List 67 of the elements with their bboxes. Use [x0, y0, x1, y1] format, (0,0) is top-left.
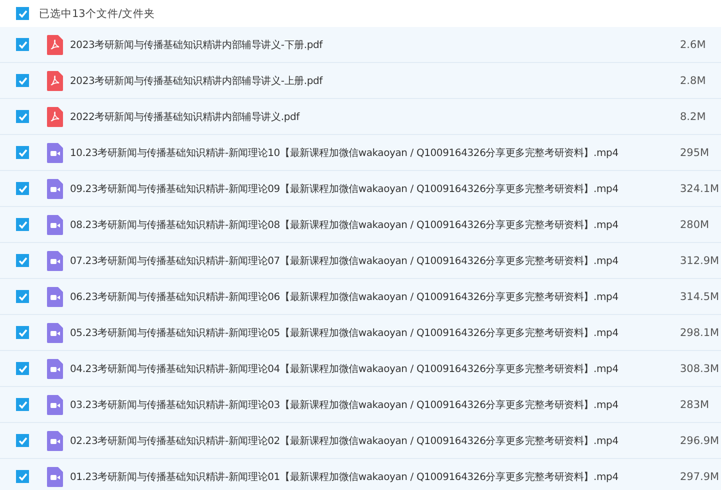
file-checkbox[interactable] — [16, 146, 29, 159]
file-size: 2.8M — [680, 74, 707, 86]
file-row[interactable]: 06.23考研新闻与传播基础知识精讲-新闻理论06【最新课程加微信wakaoyan / Q1009164326分享更多完整考研资料】.mp4 314.5M — [0, 279, 721, 315]
file-size: 298.1M — [680, 326, 720, 338]
file-size: 8.2M — [680, 110, 707, 122]
file-size: 2.6M — [680, 38, 707, 50]
file-checkbox[interactable] — [16, 434, 29, 447]
file-name: 2023考研新闻与传播基础知识精讲内部辅导讲义-下册.pdf — [70, 38, 322, 52]
pdf-file-icon — [47, 70, 63, 90]
file-row[interactable]: 01.23考研新闻与传播基础知识精讲-新闻理论01【最新课程加微信wakaoyan / Q1009164326分享更多完整考研资料】.mp4 297.9M — [0, 459, 721, 490]
file-row[interactable]: 04.23考研新闻与传播基础知识精讲-新闻理论04【最新课程加微信wakaoyan / Q1009164326分享更多完整考研资料】.mp4 308.3M — [0, 351, 721, 387]
video-file-icon — [47, 178, 63, 198]
video-file-icon — [47, 250, 63, 270]
file-checkbox[interactable] — [16, 182, 29, 195]
file-row[interactable]: 07.23考研新闻与传播基础知识精讲-新闻理论07【最新课程加微信wakaoyan / Q1009164326分享更多完整考研资料】.mp4 312.9M — [0, 243, 721, 279]
file-name: 06.23考研新闻与传播基础知识精讲-新闻理论06【最新课程加微信wakaoyan / Q1009164326分享更多完整考研资料】.mp4 — [70, 290, 618, 304]
file-row[interactable]: 09.23考研新闻与传播基础知识精讲-新闻理论09【最新课程加微信wakaoyan / Q1009164326分享更多完整考研资料】.mp4 324.1M — [0, 171, 721, 207]
file-name: 04.23考研新闻与传播基础知识精讲-新闻理论04【最新课程加微信wakaoyan / Q1009164326分享更多完整考研资料】.mp4 — [70, 362, 618, 376]
file-row[interactable]: 02.23考研新闻与传播基础知识精讲-新闻理论02【最新课程加微信wakaoyan / Q1009164326分享更多完整考研资料】.mp4 296.9M — [0, 423, 721, 459]
pdf-file-icon — [47, 106, 63, 126]
video-file-icon — [47, 322, 63, 342]
file-size: 297.9M — [680, 470, 720, 482]
file-size: 324.1M — [680, 182, 720, 194]
file-checkbox[interactable] — [16, 74, 29, 87]
file-name: 08.23考研新闻与传播基础知识精讲-新闻理论08【最新课程加微信wakaoyan / Q1009164326分享更多完整考研资料】.mp4 — [70, 218, 618, 232]
file-name: 03.23考研新闻与传播基础知识精讲-新闻理论03【最新课程加微信wakaoyan / Q1009164326分享更多完整考研资料】.mp4 — [70, 398, 618, 412]
file-name: 05.23考研新闻与传播基础知识精讲-新闻理论05【最新课程加微信wakaoyan / Q1009164326分享更多完整考研资料】.mp4 — [70, 326, 618, 340]
file-size: 280M — [680, 218, 710, 230]
file-size: 295M — [680, 146, 710, 158]
file-name: 01.23考研新闻与传播基础知识精讲-新闻理论01【最新课程加微信wakaoyan / Q1009164326分享更多完整考研资料】.mp4 — [70, 470, 618, 484]
file-checkbox[interactable] — [16, 470, 29, 483]
file-checkbox[interactable] — [16, 398, 29, 411]
file-row[interactable]: 2023考研新闻与传播基础知识精讲内部辅导讲义-上册.pdf 2.8M — [0, 63, 721, 99]
file-name: 09.23考研新闻与传播基础知识精讲-新闻理论09【最新课程加微信wakaoyan / Q1009164326分享更多完整考研资料】.mp4 — [70, 182, 618, 196]
file-name: 02.23考研新闻与传播基础知识精讲-新闻理论02【最新课程加微信wakaoyan / Q1009164326分享更多完整考研资料】.mp4 — [70, 434, 618, 448]
file-name: 2023考研新闻与传播基础知识精讲内部辅导讲义-上册.pdf — [70, 74, 322, 88]
video-file-icon — [47, 214, 63, 234]
file-checkbox[interactable] — [16, 326, 29, 339]
file-checkbox[interactable] — [16, 38, 29, 51]
file-row[interactable]: 05.23考研新闻与传播基础知识精讲-新闻理论05【最新课程加微信wakaoyan / Q1009164326分享更多完整考研资料】.mp4 298.1M — [0, 315, 721, 351]
video-file-icon — [47, 358, 63, 378]
file-name: 2022考研新闻与传播基础知识精讲内部辅导讲义.pdf — [70, 110, 300, 124]
video-file-icon — [47, 142, 63, 162]
video-file-icon — [47, 394, 63, 414]
file-size: 312.9M — [680, 254, 720, 266]
file-row[interactable]: 2022考研新闻与传播基础知识精讲内部辅导讲义.pdf 8.2M — [0, 99, 721, 135]
file-size: 314.5M — [680, 290, 720, 302]
video-file-icon — [47, 430, 63, 450]
pdf-file-icon — [47, 34, 63, 54]
file-checkbox[interactable] — [16, 290, 29, 303]
file-size: 308.3M — [680, 362, 720, 374]
file-row[interactable]: 2023考研新闻与传播基础知识精讲内部辅导讲义-下册.pdf 2.6M — [0, 27, 721, 63]
file-checkbox[interactable] — [16, 110, 29, 123]
selection-count: 已选中13个文件/文件夹 — [39, 6, 155, 20]
file-checkbox[interactable] — [16, 362, 29, 375]
file-name: 07.23考研新闻与传播基础知识精讲-新闻理论07【最新课程加微信wakaoyan / Q1009164326分享更多完整考研资料】.mp4 — [70, 254, 618, 268]
file-row[interactable]: 08.23考研新闻与传播基础知识精讲-新闻理论08【最新课程加微信wakaoyan / Q1009164326分享更多完整考研资料】.mp4 280M — [0, 207, 721, 243]
file-row[interactable]: 03.23考研新闻与传播基础知识精讲-新闻理论03【最新课程加微信wakaoyan / Q1009164326分享更多完整考研资料】.mp4 283M — [0, 387, 721, 423]
select-all-checkbox[interactable] — [16, 7, 29, 20]
file-size: 283M — [680, 398, 710, 410]
video-file-icon — [47, 286, 63, 306]
file-checkbox[interactable] — [16, 254, 29, 267]
file-name: 10.23考研新闻与传播基础知识精讲-新闻理论10【最新课程加微信wakaoyan / Q1009164326分享更多完整考研资料】.mp4 — [70, 146, 618, 160]
video-file-icon — [47, 466, 63, 486]
file-size: 296.9M — [680, 434, 720, 446]
file-checkbox[interactable] — [16, 218, 29, 231]
file-row[interactable]: 10.23考研新闻与传播基础知识精讲-新闻理论10【最新课程加微信wakaoyan / Q1009164326分享更多完整考研资料】.mp4 295M — [0, 135, 721, 171]
